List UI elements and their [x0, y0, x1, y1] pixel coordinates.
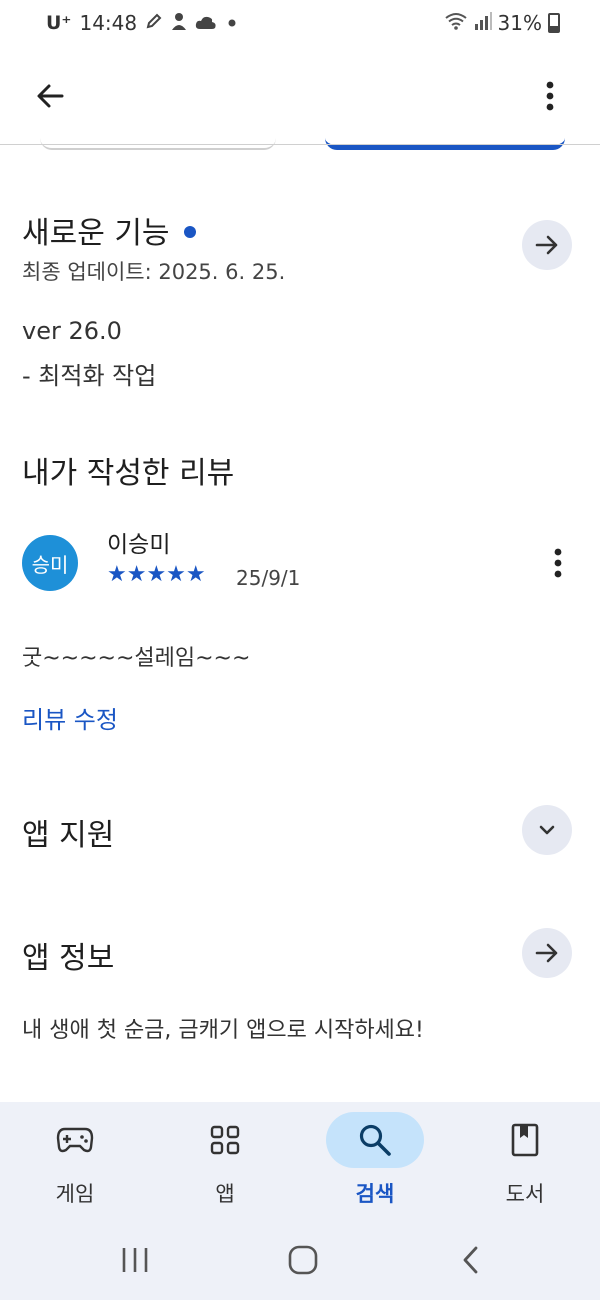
- recent-apps-icon: [122, 1248, 148, 1272]
- app-info-arrow-button[interactable]: [522, 928, 572, 978]
- status-right: 31%: [444, 11, 560, 35]
- whats-new-title: 새로운 기능: [22, 216, 170, 251]
- apps-grid-icon: [176, 1112, 274, 1168]
- release-notes: - 최적화 작업: [22, 362, 157, 390]
- reviewer-name: 이승미: [107, 532, 171, 558]
- cloud-icon: [195, 11, 217, 35]
- new-indicator-dot: [183, 225, 196, 238]
- search-icon: [326, 1112, 424, 1168]
- nav-item-apps[interactable]: 앱: [170, 1112, 280, 1212]
- battery-percent: 31%: [497, 11, 542, 35]
- my-review-title: 내가 작성한 리뷰: [22, 456, 235, 491]
- nav-item-search[interactable]: 검색: [320, 1112, 430, 1212]
- arrow-forward-icon: [535, 943, 558, 963]
- chevron-down-icon: [539, 825, 555, 835]
- nav-label-books: 도서: [505, 1182, 545, 1206]
- nav-label-search: 검색: [355, 1182, 395, 1206]
- home-icon: [288, 1245, 318, 1275]
- avatar: 승미: [22, 535, 78, 591]
- dot-icon: [225, 11, 239, 35]
- more-vert-icon: [546, 81, 554, 111]
- home-button[interactable]: [281, 1240, 325, 1280]
- status-left: U⁺ 14:48: [46, 11, 239, 35]
- nav-item-books[interactable]: 도서: [470, 1112, 580, 1212]
- wifi-icon: [444, 11, 468, 35]
- pencil-icon: [145, 11, 163, 35]
- review-text: 굿~~~~~설레임~~~: [22, 646, 251, 671]
- app-bar: [0, 48, 600, 144]
- nav-item-games[interactable]: 게임: [20, 1112, 130, 1212]
- whats-new-title-row: 새로운 기능: [22, 208, 196, 252]
- signal-icon: [474, 11, 492, 35]
- app-bar-divider: [0, 144, 600, 145]
- whats-new-arrow-button[interactable]: [522, 220, 572, 270]
- book-icon: [476, 1112, 574, 1168]
- app-description: 내 생애 첫 순금, 금캐기 앱으로 시작하세요!: [22, 1018, 424, 1043]
- more-vert-icon: [554, 548, 562, 578]
- arrow-forward-icon: [535, 235, 558, 255]
- review-more-button[interactable]: [546, 543, 570, 583]
- app-support-expand-button[interactable]: [522, 805, 572, 855]
- carrier-label: U⁺: [46, 12, 72, 34]
- last-updated: 최종 업데이트: 2025. 6. 25.: [22, 260, 286, 284]
- recent-apps-button[interactable]: [113, 1240, 157, 1280]
- person-icon: [171, 11, 187, 35]
- chevron-left-icon: [463, 1246, 478, 1274]
- edit-review-link[interactable]: 리뷰 수정: [22, 700, 118, 735]
- system-back-button[interactable]: [449, 1240, 493, 1280]
- status-bar: U⁺ 14:48 31%: [0, 0, 600, 48]
- app-support-title: 앱 지원: [22, 818, 115, 853]
- battery-icon: [548, 13, 560, 33]
- system-navigation: [0, 1222, 600, 1300]
- review-date: 25/9/1: [236, 566, 301, 590]
- arrow-back-icon: [37, 84, 64, 108]
- nav-label-games: 게임: [55, 1182, 95, 1206]
- app-info-title: 앱 정보: [22, 941, 115, 976]
- nav-label-apps: 앱: [215, 1182, 235, 1206]
- star-rating: ★★★★★: [107, 562, 206, 587]
- back-button[interactable]: [28, 74, 72, 118]
- more-options-button[interactable]: [532, 74, 568, 118]
- version-text: ver 26.0: [22, 317, 122, 345]
- clock: 14:48: [79, 11, 138, 35]
- gamepad-icon: [26, 1112, 124, 1168]
- bottom-navigation: 게임 앱 검색 도서: [0, 1102, 600, 1222]
